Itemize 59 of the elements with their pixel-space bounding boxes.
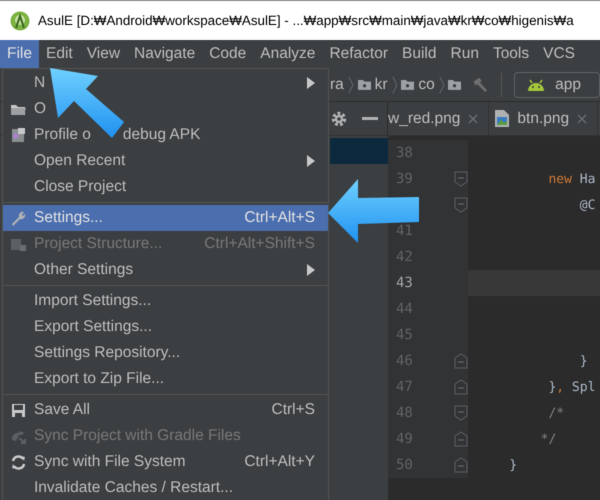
refresh-icon [10, 454, 27, 470]
breadcrumb-item[interactable]: kr [374, 76, 388, 94]
menu-item[interactable]: Export to Zip File... [3, 366, 328, 392]
code-text: @C [578, 198, 596, 212]
menu-item[interactable]: Run [444, 40, 486, 68]
editor-tab[interactable]: btn.png [489, 102, 598, 135]
code-text: new Ha [547, 172, 596, 186]
menu-item[interactable]: Settings Repository... [3, 340, 328, 366]
menu-item[interactable]: VCS [536, 40, 582, 68]
menu-item[interactable]: File [0, 40, 39, 68]
menu-item[interactable]: Build [395, 40, 444, 68]
close-icon[interactable] [468, 114, 478, 124]
folder-icon [448, 78, 462, 91]
fold-marker-icon[interactable] [454, 171, 468, 187]
breadcrumb-item[interactable]: co [418, 76, 435, 94]
menu-item[interactable]: Import Settings... [3, 288, 328, 314]
menu-item[interactable]: Save All Ctrl+S [3, 397, 328, 423]
fold-marker-icon[interactable] [454, 457, 468, 473]
code-text: }, Spl [547, 380, 596, 394]
menu-item[interactable]: Tools [486, 40, 536, 68]
minimize-icon[interactable] [362, 116, 378, 120]
menu-item[interactable]: View [80, 40, 128, 68]
menu-item[interactable]: Refactor [322, 40, 396, 68]
menu-item[interactable]: Analyze [253, 40, 322, 68]
fold-marker-icon[interactable] [454, 431, 468, 447]
menu-item[interactable]: Export Settings... [3, 314, 328, 340]
menu-item[interactable]: Close Project [3, 174, 328, 200]
android-icon [527, 78, 546, 90]
menu-item[interactable]: Navigate [127, 40, 202, 68]
run-configuration-dropdown[interactable]: app [514, 72, 600, 98]
image-file-icon [495, 110, 510, 127]
fold-marker-icon[interactable] [454, 353, 468, 369]
window-title: AsulE [D:₩Android₩workspace₩AsulE] - ...₩app₩src₩main₩java₩kr₩co₩higenis₩a [38, 13, 574, 28]
menu-item[interactable]: Sync with File System Ctrl+Alt+Y [3, 449, 328, 475]
menu-item[interactable]: N [3, 70, 328, 96]
menu-item[interactable]: Other Settings [3, 257, 328, 283]
settings-icon[interactable] [330, 110, 348, 128]
code-text: } [508, 458, 518, 472]
folder-icon [358, 78, 371, 91]
fold-marker-icon[interactable] [454, 405, 468, 421]
code-text: } [578, 354, 588, 368]
code-text: */ [540, 432, 556, 446]
wrench-icon [10, 210, 27, 226]
fold-marker-icon[interactable] [454, 379, 468, 395]
menu-item[interactable]: Open Recent [3, 148, 328, 174]
line-number: 43 [396, 275, 413, 291]
menu-item[interactable]: O [3, 96, 328, 122]
code-text: /* [547, 406, 564, 420]
close-icon[interactable] [577, 114, 588, 124]
folder-icon [401, 78, 414, 91]
fold-marker-icon[interactable] [454, 197, 468, 213]
menu-item[interactable]: Profile o debug APK [3, 122, 328, 148]
android-studio-logo [10, 10, 30, 30]
editor-tab[interactable]: w_red.png [388, 102, 490, 135]
menu-item[interactable]: Invalidate Caches / Restart... [3, 475, 328, 500]
breadcrumb-item[interactable]: ra [330, 76, 344, 94]
menu-item[interactable]: Settings... Ctrl+Alt+S [3, 205, 328, 231]
menu-item[interactable]: Code [202, 40, 254, 68]
menu-item[interactable]: Edit [38, 40, 80, 68]
